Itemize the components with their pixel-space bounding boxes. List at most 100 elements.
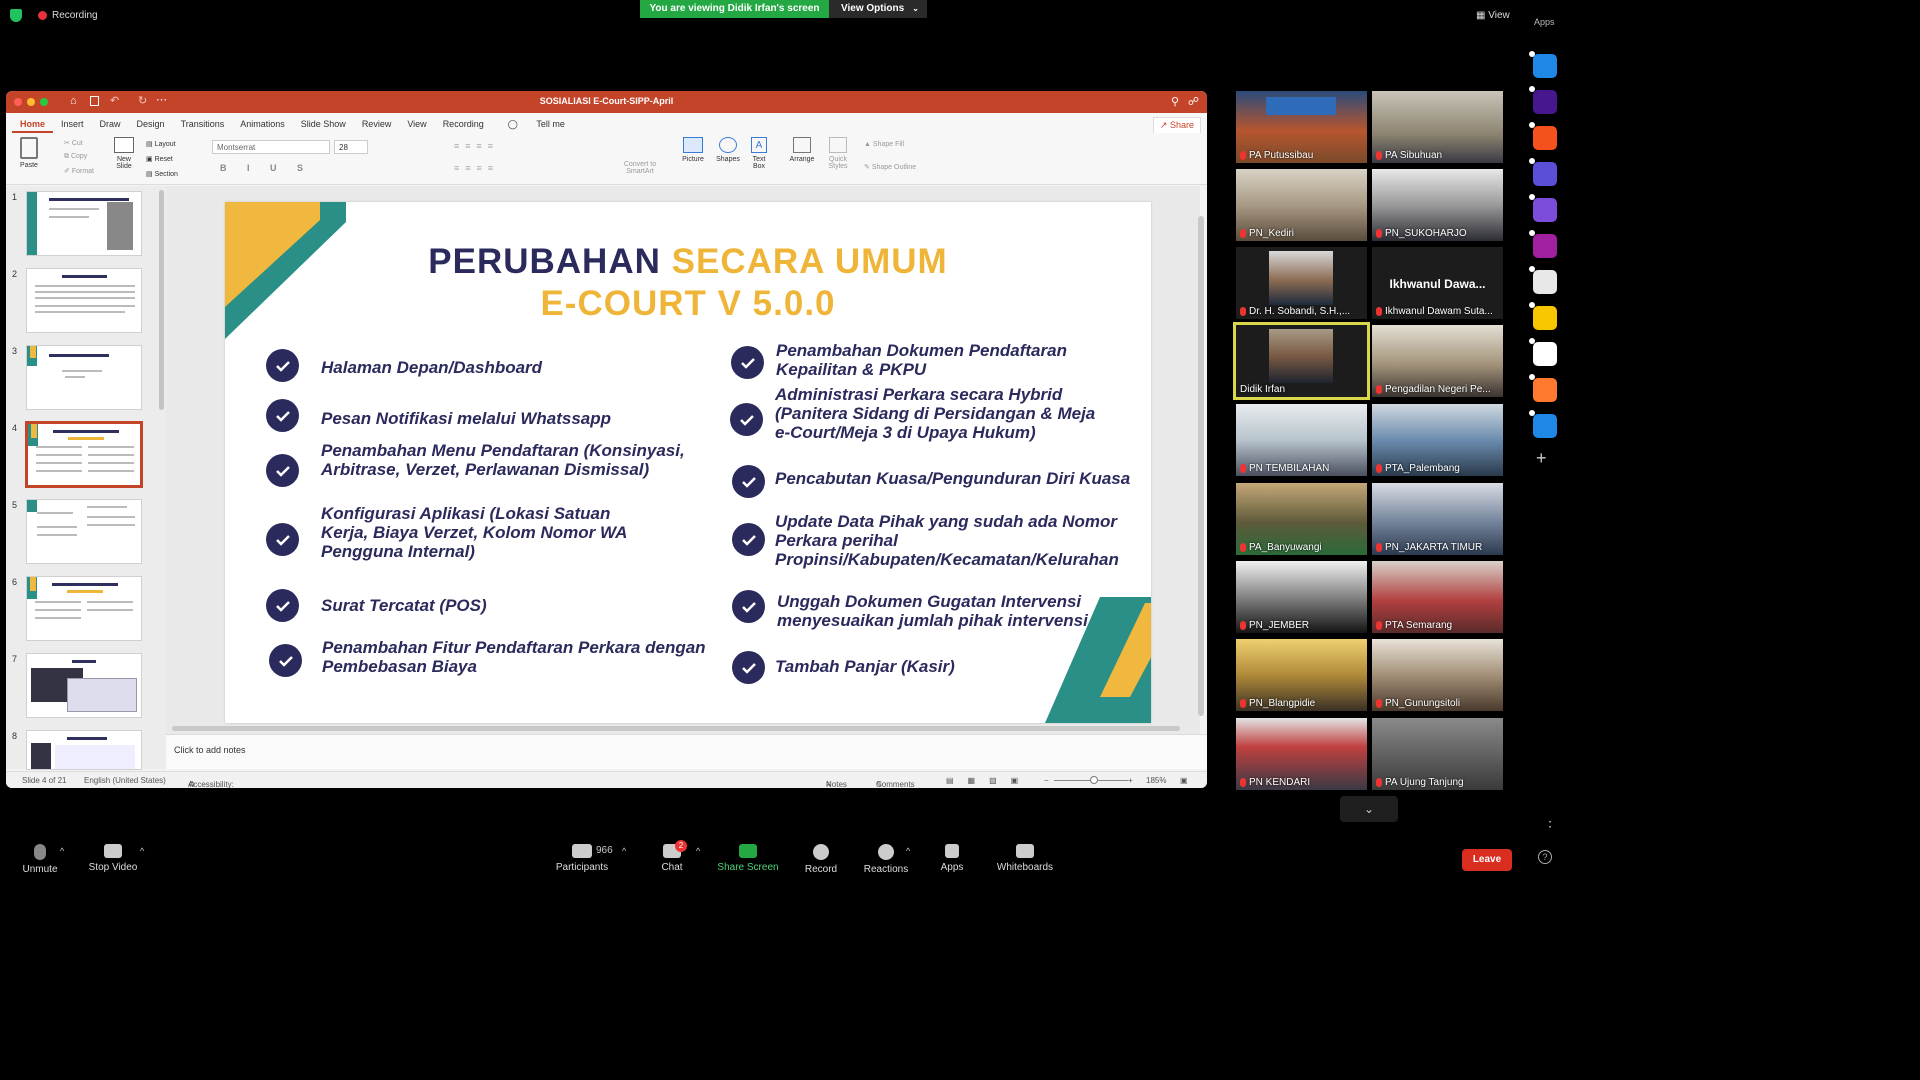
leave-button[interactable]: Leave <box>1462 849 1512 871</box>
slide-thumbnail[interactable] <box>26 268 142 333</box>
notes-pane[interactable]: Click to add notes <box>166 734 1207 769</box>
slide-thumbnail[interactable] <box>26 345 142 410</box>
view-options-button[interactable]: View Options ⌄ <box>829 0 927 18</box>
quick-styles-button[interactable]: Quick Styles <box>822 137 854 170</box>
video-tile-active-speaker[interactable]: Didik Irfan <box>1233 322 1370 400</box>
kahoot-app-icon[interactable] <box>1533 90 1557 114</box>
font-size-select[interactable]: 28 <box>334 140 368 154</box>
gallery-next-page-button[interactable]: ⌄ <box>1340 796 1398 822</box>
fit-slide-icon[interactable]: ▣ <box>1180 776 1188 785</box>
video-tile[interactable]: PN_JEMBER <box>1236 561 1367 633</box>
shapes-button[interactable]: Shapes <box>713 137 743 163</box>
slide-content[interactable]: PERUBAHAN SECARA UMUM E-COURT V 5.0.0 Ha… <box>225 202 1151 723</box>
reactions-options-caret[interactable]: ^ <box>906 846 910 856</box>
slide-thumbnail[interactable] <box>26 499 142 564</box>
shape-fill-button[interactable]: ▲ Shape Fill <box>864 141 904 148</box>
share-screen-button[interactable]: Share Screen <box>708 830 788 873</box>
layout-button[interactable]: ▤ Layout <box>146 140 176 148</box>
text-format-buttons[interactable]: B I U S <box>220 163 312 173</box>
zoom-in-icon[interactable]: + <box>1128 776 1133 785</box>
shape-outline-button[interactable]: ✎ Shape Outline <box>864 163 916 171</box>
font-family-select[interactable]: Montserrat <box>212 140 330 154</box>
twine-app-icon[interactable] <box>1533 342 1557 366</box>
tell-me-search[interactable]: ◯ Tell me <box>492 113 581 133</box>
tab-recording[interactable]: Recording <box>435 113 492 133</box>
tab-draw[interactable]: Draw <box>92 113 129 133</box>
zoom-slider-thumb[interactable] <box>1090 776 1098 784</box>
video-tile[interactable]: PN TEMBILAHAN <box>1236 404 1367 476</box>
sync-app-icon[interactable] <box>1533 414 1557 438</box>
new-slide-button[interactable]: New Slide <box>109 137 139 170</box>
zoom-level[interactable]: 185% <box>1146 776 1166 785</box>
horizontal-scrollbar[interactable] <box>172 726 1180 731</box>
share-button[interactable]: ↗ Share <box>1152 117 1201 134</box>
arrange-button[interactable]: Arrange <box>786 137 818 163</box>
chat-options-caret[interactable]: ^ <box>696 846 700 856</box>
slide-thumbnail[interactable] <box>26 576 142 641</box>
vertical-scrollbar[interactable] <box>1198 216 1204 716</box>
search-icon[interactable]: ⚲ <box>1171 95 1179 108</box>
video-tile[interactable]: PN_Blangpidie <box>1236 639 1367 711</box>
cut-button[interactable]: ✂ Cut <box>64 139 83 147</box>
video-tile[interactable]: Ikhwanul Dawa... Ikhwanul Dawam Suta... <box>1372 247 1503 319</box>
picture-button[interactable]: Picture <box>678 137 708 163</box>
tab-animations[interactable]: Animations <box>232 113 293 133</box>
apps-button[interactable]: Apps <box>912 830 992 873</box>
participants-options-caret[interactable]: ^ <box>622 846 626 856</box>
tab-slide-show[interactable]: Slide Show <box>293 113 354 133</box>
video-tile[interactable]: PA_Banyuwangi <box>1236 483 1367 555</box>
tab-review[interactable]: Review <box>354 113 400 133</box>
alignment-buttons[interactable]: ≡≡≡≡ <box>454 163 499 173</box>
unmute-button[interactable]: Unmute <box>0 830 80 875</box>
app-icon[interactable] <box>1533 126 1557 150</box>
help-icon[interactable]: ? <box>1538 850 1552 864</box>
video-tile[interactable]: PTA_Palembang <box>1372 404 1503 476</box>
apps-top-label[interactable]: Apps <box>1534 17 1555 27</box>
thumbnail-scrollbar[interactable] <box>159 190 164 410</box>
format-painter-button[interactable]: ✐ Format <box>64 167 94 175</box>
video-tile[interactable]: PN KENDARI <box>1236 718 1367 790</box>
section-button[interactable]: ▤ Section <box>146 170 178 178</box>
tab-insert[interactable]: Insert <box>53 113 92 133</box>
view-button[interactable]: ▦ View <box>1476 10 1510 21</box>
slide-thumbnail[interactable] <box>26 191 142 256</box>
list-buttons[interactable]: ≡≡≡≡ <box>454 141 499 151</box>
video-tile[interactable]: PA Sibuhuan <box>1372 91 1503 163</box>
video-tile[interactable]: PTA Semarang <box>1372 561 1503 633</box>
video-tile[interactable]: PN_SUKOHARJO <box>1372 169 1503 241</box>
sesh-app-icon[interactable] <box>1533 270 1557 294</box>
paste-button[interactable]: Paste <box>14 137 44 169</box>
recording-indicator[interactable]: Recording <box>38 10 98 21</box>
video-tile[interactable]: PN_JAKARTA TIMUR <box>1372 483 1503 555</box>
app-launcher-icon[interactable] <box>1533 54 1557 78</box>
video-tile[interactable]: Dr. H. Sobandi, S.H.,... <box>1236 247 1367 319</box>
video-tile[interactable]: PA Ujung Tanjung <box>1372 718 1503 790</box>
security-shield-icon[interactable] <box>10 9 22 22</box>
video-tile[interactable]: Pengadilan Negeri Pe... <box>1372 325 1503 397</box>
tab-transitions[interactable]: Transitions <box>173 113 233 133</box>
slide-thumbnail[interactable] <box>26 653 142 718</box>
view-mode-buttons[interactable]: ▤▦▧▣ <box>946 776 1032 785</box>
audio-options-caret[interactable]: ^ <box>60 846 64 856</box>
app-icon[interactable] <box>1533 234 1557 258</box>
convert-smartart-button[interactable]: Convert to SmartArt <box>618 161 662 175</box>
reset-button[interactable]: ▣ Reset <box>146 155 173 163</box>
whiteboards-button[interactable]: Whiteboards <box>985 830 1065 873</box>
app-icon[interactable] <box>1533 378 1557 402</box>
tab-home[interactable]: Home <box>12 113 54 133</box>
zoom-out-icon[interactable]: − <box>1044 776 1049 785</box>
app-icon[interactable] <box>1533 162 1557 186</box>
video-tile[interactable]: PN_Gunungsitoli <box>1372 639 1503 711</box>
ai-app-icon[interactable] <box>1533 198 1557 222</box>
copy-button[interactable]: ⧉ Copy <box>64 153 87 161</box>
video-tile[interactable]: PA Putussibau <box>1236 91 1367 163</box>
tab-design[interactable]: Design <box>129 113 173 133</box>
emoji-app-icon[interactable] <box>1533 306 1557 330</box>
text-box-button[interactable]: A Text Box <box>746 137 772 170</box>
add-app-icon[interactable]: + <box>1536 448 1547 469</box>
tab-view[interactable]: View <box>399 113 434 133</box>
slide-thumbnail[interactable] <box>26 730 142 770</box>
share-people-icon[interactable]: ☍ <box>1188 95 1199 108</box>
language-indicator[interactable]: English (United States) <box>84 776 166 785</box>
slide-thumbnail-selected[interactable] <box>25 421 143 488</box>
